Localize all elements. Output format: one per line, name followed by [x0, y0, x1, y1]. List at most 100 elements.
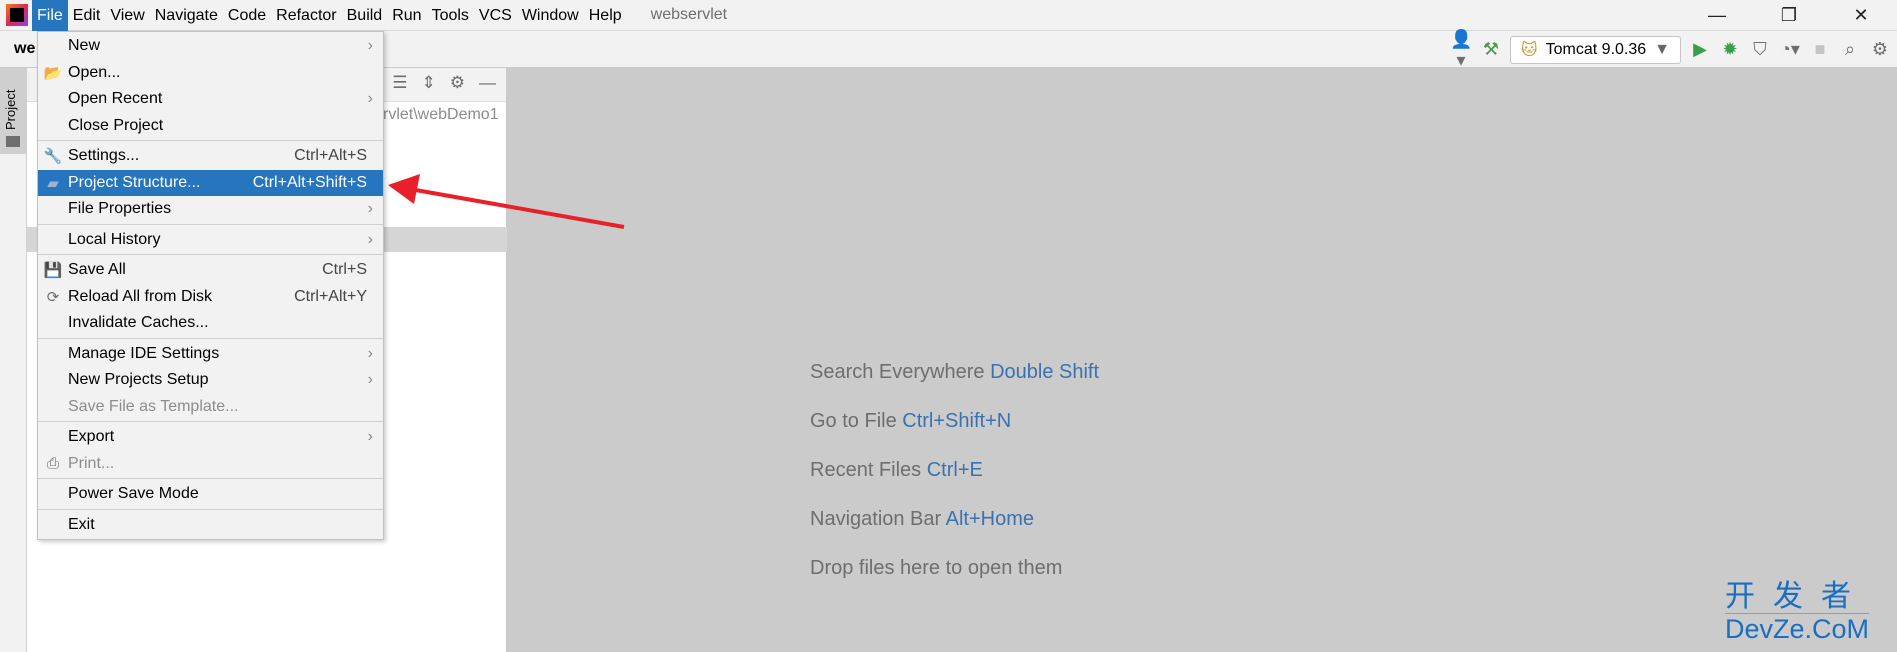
menu-item-print: ⎙ Print... [38, 451, 383, 478]
shortcut-label: Ctrl+Alt+Shift+S [252, 173, 367, 191]
hint-text: Recent Files [810, 459, 922, 481]
menu-run[interactable]: Run [387, 0, 426, 31]
submenu-chevron-icon: › [367, 200, 373, 218]
project-root-path[interactable]: rvlet\webDemo1 [383, 106, 499, 124]
submenu-chevron-icon: › [367, 90, 373, 108]
shortcut-label: Ctrl+Alt+S [294, 147, 367, 165]
hint-shortcut: Ctrl+Shift+N [902, 410, 1012, 432]
menu-item-label: Open... [68, 63, 121, 81]
project-breadcrumb[interactable]: we [14, 40, 35, 58]
hint-text: Drop files here to open them [810, 557, 1063, 579]
project-tab-label: Project [3, 89, 18, 130]
hint-shortcut: Double Shift [990, 361, 1100, 383]
menu-file[interactable]: File [32, 0, 68, 31]
submenu-chevron-icon: › [367, 371, 373, 389]
menu-view[interactable]: View [105, 0, 149, 31]
save-icon: 💾 [43, 262, 63, 280]
menu-item-label: Manage IDE Settings [68, 344, 220, 362]
menu-build[interactable]: Build [342, 0, 388, 31]
menu-refactor[interactable]: Refactor [271, 0, 341, 31]
menu-item-invalidate-caches[interactable]: Invalidate Caches... [38, 310, 383, 337]
gear-icon[interactable]: ⚙ [450, 73, 465, 93]
expand-all-icon[interactable]: ☰ [392, 73, 407, 93]
menu-item-label: Settings... [68, 147, 140, 165]
menu-item-open-recent[interactable]: Open Recent › [38, 86, 383, 113]
printer-icon: ⎙ [46, 455, 59, 473]
search-icon[interactable]: ⌕ [1839, 39, 1861, 60]
coverage-icon[interactable]: ⛉ [1749, 39, 1771, 60]
hint-shortcut: Alt+Home [945, 508, 1035, 530]
menu-item-settings[interactable]: 🔧 Settings... Ctrl+Alt+S [38, 143, 383, 170]
shortcut-label: Ctrl+S [322, 261, 367, 279]
menu-item-label: New [68, 37, 101, 55]
menu-item-label: Power Save Mode [68, 485, 199, 503]
menu-item-label: Close Project [68, 116, 164, 134]
close-icon[interactable]: ✕ [1825, 5, 1897, 26]
menu-item-save-all[interactable]: 💾 Save All Ctrl+S [38, 257, 383, 284]
menu-item-label: Invalidate Caches... [68, 314, 209, 332]
project-structure-icon: ▰ [47, 174, 59, 192]
build-hammer-icon[interactable]: ⚒ [1480, 39, 1502, 60]
hint-text: Go to File [810, 410, 897, 432]
menu-item-new[interactable]: New › [38, 33, 383, 60]
menu-item-close-project[interactable]: Close Project [38, 113, 383, 140]
menu-item-local-history[interactable]: Local History › [38, 227, 383, 254]
run-config-label: Tomcat 9.0.36 [1545, 40, 1647, 58]
project-tool-tab[interactable]: Project [0, 68, 27, 154]
run-configuration-select[interactable]: 🐱 Tomcat 9.0.36 ▼ [1509, 35, 1681, 64]
profile-icon[interactable]: ◔▾ [1779, 39, 1801, 60]
menu-item-label: New Projects Setup [68, 371, 209, 389]
stop-icon[interactable]: ■ [1809, 39, 1831, 60]
menu-item-power-save-mode[interactable]: Power Save Mode [38, 481, 383, 508]
menu-item-file-properties[interactable]: File Properties › [38, 196, 383, 223]
menu-item-manage-ide-settings[interactable]: Manage IDE Settings › [38, 341, 383, 368]
welcome-hint: Recent Files Ctrl+E [810, 459, 1099, 508]
hide-icon[interactable]: — [479, 73, 496, 93]
menu-item-label: Save All [68, 261, 126, 279]
submenu-chevron-icon: › [367, 230, 373, 248]
menu-help[interactable]: Help [584, 0, 627, 31]
collapse-all-icon[interactable]: ⇕ [422, 73, 436, 93]
run-icon[interactable]: ▶ [1689, 39, 1711, 60]
debug-icon[interactable]: ✹ [1719, 39, 1741, 60]
shortcut-label: Ctrl+Alt+Y [294, 287, 367, 305]
menu-tools[interactable]: Tools [427, 0, 474, 31]
hint-text: Search Everywhere [810, 361, 985, 383]
intellij-logo-icon [6, 4, 28, 26]
menu-item-new-projects-setup[interactable]: New Projects Setup › [38, 367, 383, 394]
menu-item-label: Print... [68, 454, 115, 472]
folder-open-icon: 📂 [43, 64, 63, 82]
menu-item-label: Local History [68, 230, 161, 248]
menu-item-exit[interactable]: Exit [38, 512, 383, 539]
gear-icon[interactable]: ⚙ [1869, 39, 1891, 60]
left-tool-stripe: Project [0, 68, 27, 652]
menu-edit[interactable]: Edit [68, 0, 106, 31]
menu-item-open[interactable]: 📂 Open... [38, 60, 383, 87]
menu-window[interactable]: Window [517, 0, 584, 31]
menu-item-project-structure[interactable]: ▰ Project Structure... Ctrl+Alt+Shift+S [38, 169, 383, 196]
tomcat-icon: 🐱 [1520, 41, 1538, 59]
chevron-down-icon: ▼ [1654, 40, 1670, 58]
menu-vcs[interactable]: VCS [474, 0, 517, 31]
welcome-hint: Navigation Bar Alt+Home [810, 508, 1099, 557]
menu-item-label: Open Recent [68, 90, 163, 108]
menu-code[interactable]: Code [223, 0, 271, 31]
restore-icon[interactable]: ❐ [1753, 5, 1825, 26]
wrench-icon: 🔧 [43, 148, 63, 166]
submenu-chevron-icon: › [367, 344, 373, 362]
folder-icon [6, 136, 20, 147]
submenu-chevron-icon: › [367, 37, 373, 55]
menu-item-label: Reload All from Disk [68, 287, 213, 305]
menu-item-label: File Properties [68, 200, 172, 218]
menu-item-label: Export [68, 428, 115, 446]
menu-item-label: Save File as Template... [68, 397, 239, 415]
welcome-hint: Search Everywhere Double Shift [810, 361, 1099, 410]
menu-item-export[interactable]: Export › [38, 424, 383, 451]
menu-item-save-file-as-template: Save File as Template... [38, 394, 383, 421]
reload-icon: ⟳ [46, 288, 60, 306]
minimize-icon[interactable]: — [1681, 5, 1753, 26]
menu-navigate[interactable]: Navigate [150, 0, 223, 31]
user-icon[interactable]: 👤▾ [1450, 29, 1472, 71]
menu-item-reload-all-from-disk[interactable]: ⟳ Reload All from Disk Ctrl+Alt+Y [38, 284, 383, 311]
watermark-logo: 开发者 DevZe.CoM [1724, 580, 1869, 644]
